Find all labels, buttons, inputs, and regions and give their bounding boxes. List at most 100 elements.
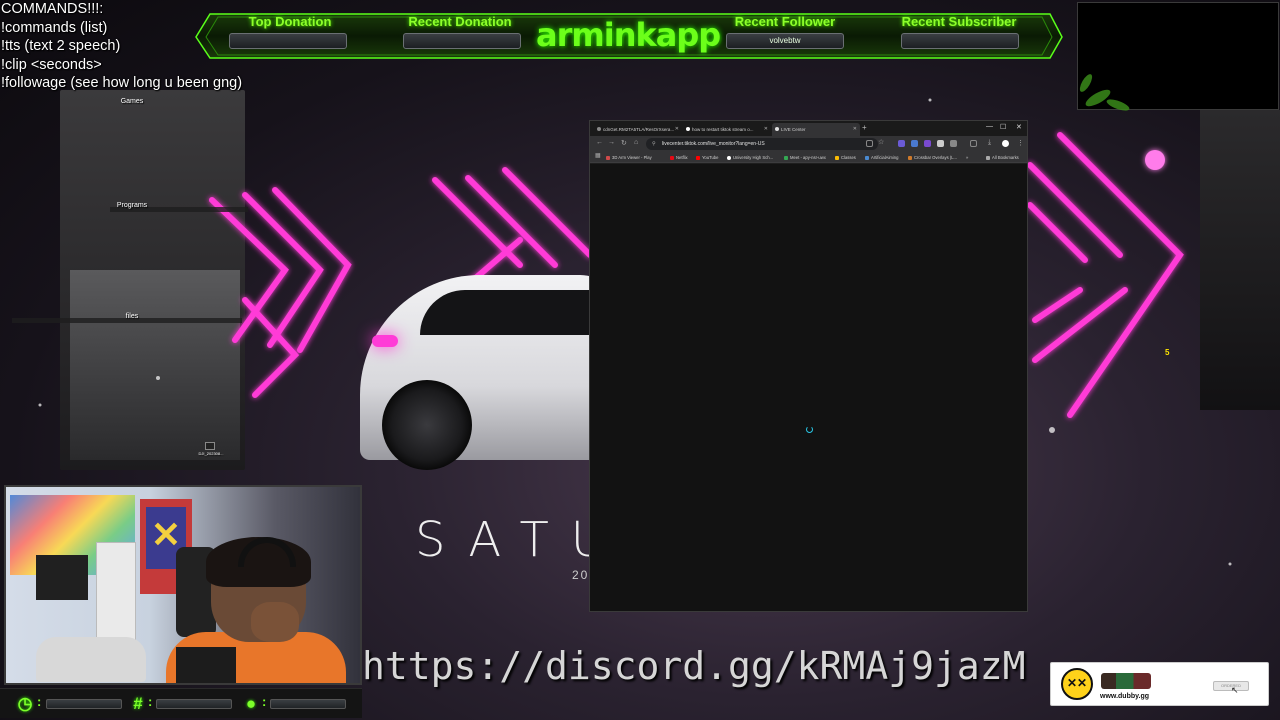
count-field	[156, 699, 232, 709]
bookmark-item[interactable]: YouTube	[696, 153, 718, 162]
tab-favicon-icon	[686, 127, 690, 131]
address-bar[interactable]: ⚲ livecenter.tiktok.com/live_monitor?lan…	[646, 138, 878, 150]
loading-spinner-icon	[806, 426, 813, 433]
command-line: !clip <seconds>	[1, 56, 102, 73]
site-info-icon[interactable]: ⚲	[652, 138, 656, 150]
bookmark-label: Crossbar Overlays (L...	[914, 155, 958, 160]
command-line: !tts (text 2 speech)	[1, 38, 121, 54]
bookmark-item[interactable]: University High Sch...	[727, 153, 773, 162]
desktop-icon-video-file[interactable]: DJI_202308...	[195, 451, 227, 456]
top-donation-label: Top Donation	[248, 14, 332, 29]
tab-strip: cdnGet.RM2TA5TLA/ResOrXsera... ✕ how to …	[590, 121, 1027, 136]
discord-link-text: https://discord.gg/kRMAj9jazM	[362, 644, 1026, 688]
bookmark-item[interactable]: ArtificialAiming	[865, 153, 898, 162]
browser-tab[interactable]: cdnGet.RM2TA5TLA/ResOrXsera... ✕	[594, 123, 682, 136]
browser-tab[interactable]: how to restart tiktok stream o... ✕	[683, 123, 771, 136]
neon-chevron	[1057, 132, 1184, 418]
browser-tab-active[interactable]: LIVE Center ✕	[772, 123, 860, 136]
car-tail-light	[372, 335, 398, 347]
extensions-puzzle-icon[interactable]	[950, 140, 957, 147]
extension-icon[interactable]	[911, 140, 918, 147]
bookmark-item[interactable]: Meet - apy-nsr-uwx	[784, 153, 826, 162]
recent-follower-label: Recent Follower	[734, 14, 836, 29]
bookmark-label: 3D Arm Viewer - Play	[612, 155, 652, 160]
bookmark-item[interactable]: 3D Arm Viewer - Play	[606, 153, 652, 162]
extension-icon[interactable]	[924, 140, 931, 147]
close-window-button[interactable]: ✕	[1016, 123, 1022, 131]
menu-kebab-icon[interactable]: ⋮	[1017, 139, 1024, 147]
separator-colon: :	[262, 694, 267, 709]
bookmark-label: Netflix	[676, 155, 688, 160]
all-bookmarks-button[interactable]: All Bookmarks	[986, 153, 1019, 162]
recent-subscriber-label: Recent Subscriber	[901, 14, 1017, 29]
uptime-field	[46, 699, 122, 709]
back-arrow-icon[interactable]: ←	[596, 139, 603, 146]
folder-icon	[986, 155, 990, 160]
car-window	[420, 290, 600, 335]
webcam-monitor	[36, 555, 88, 600]
bookmark-favicon-icon	[865, 155, 869, 160]
video-file-icon[interactable]	[205, 442, 215, 450]
sponsor-widget[interactable]: ✕✕ www.dubby.gg ORDERED ↖	[1050, 662, 1269, 706]
sponsor-product-image	[1101, 673, 1151, 689]
extension-icon[interactable]	[937, 140, 944, 147]
top-donation-value	[229, 33, 347, 49]
command-line: !followage (see how long u been gng)	[1, 75, 243, 91]
webcam-feed: ✕	[4, 485, 362, 685]
sponsor-url: www.dubby.gg	[1100, 693, 1149, 700]
school-icon	[727, 155, 731, 160]
bookmark-label: University High Sch...	[733, 155, 774, 160]
bookmark-item[interactable]: Crossbar Overlays (L...	[908, 153, 957, 162]
forward-arrow-icon[interactable]: →	[608, 139, 615, 146]
tab-close-icon[interactable]: ✕	[675, 123, 679, 136]
neon-light-orb	[1145, 150, 1165, 170]
recent-donation-label: Recent Donation	[408, 14, 512, 29]
viewer-field	[270, 699, 346, 709]
apps-grid-icon[interactable]: ▦	[595, 152, 601, 159]
clock-icon: ◷	[17, 694, 33, 713]
bookmark-star-icon[interactable]: ☆	[878, 138, 884, 146]
tab-title: LIVE Center	[781, 127, 806, 132]
page-viewport[interactable]	[590, 164, 1027, 611]
tab-favicon-icon	[597, 127, 601, 131]
webcam-shirt-panel	[176, 647, 236, 683]
command-line: !commands (list)	[1, 19, 108, 36]
separator-colon: :	[148, 694, 153, 709]
bookmarks-overflow-button[interactable]: »	[966, 153, 968, 162]
bookmark-label: ArtificialAiming	[871, 155, 899, 160]
reload-icon[interactable]: ↻	[621, 139, 627, 147]
desktop-icon-programs[interactable]: Programs	[110, 202, 154, 209]
bookmark-label: YouTube	[702, 155, 719, 160]
neon-chevron	[1032, 287, 1083, 323]
bookmark-label: Meet - apy-nsr-uwx	[790, 155, 826, 160]
profile-avatar[interactable]	[1002, 140, 1009, 147]
download-icon[interactable]: ⤓	[988, 139, 991, 147]
install-app-icon[interactable]	[866, 140, 873, 147]
discord-ticker: https://discord.gg/kRMAj9jazM	[362, 640, 1062, 700]
brand-year-text: 20	[572, 568, 590, 582]
home-icon[interactable]: ⌂	[634, 139, 638, 146]
recent-subscriber-value	[901, 33, 1019, 49]
minimize-button[interactable]: —	[986, 123, 993, 130]
bookmark-label: All Bookmarks	[992, 155, 1019, 160]
browser-toolbar: ← → ↻ ⌂ ⚲ livecenter.tiktok.com/live_mon…	[590, 136, 1027, 152]
bookmark-item[interactable]: Classes	[835, 153, 856, 162]
extension-icon[interactable]	[898, 140, 905, 147]
separator-colon: :	[37, 694, 42, 709]
bookmark-label: Classes	[841, 155, 856, 160]
bookmarks-bar: ▦ 3D Arm Viewer - Play Netflix YouTube U…	[590, 152, 1027, 163]
neon-chevron	[465, 175, 558, 268]
side-panel-icon[interactable]	[970, 140, 977, 147]
bookmark-item[interactable]: Netflix	[670, 153, 688, 162]
netflix-icon	[670, 155, 674, 160]
tiktok-favicon-icon	[775, 127, 779, 131]
overlay-camera-slot	[1077, 2, 1279, 111]
maximize-button[interactable]: ☐	[1000, 123, 1006, 131]
new-tab-button[interactable]: +	[862, 123, 867, 132]
browser-window[interactable]: cdnGet.RM2TA5TLA/ResOrXsera... ✕ how to …	[589, 120, 1028, 612]
youtube-icon	[696, 155, 700, 160]
desktop-icon-files[interactable]: files	[115, 313, 149, 320]
tab-close-icon[interactable]: ✕	[853, 123, 857, 136]
desktop-icon-games[interactable]: Games	[112, 98, 152, 105]
tab-close-icon[interactable]: ✕	[764, 123, 768, 136]
